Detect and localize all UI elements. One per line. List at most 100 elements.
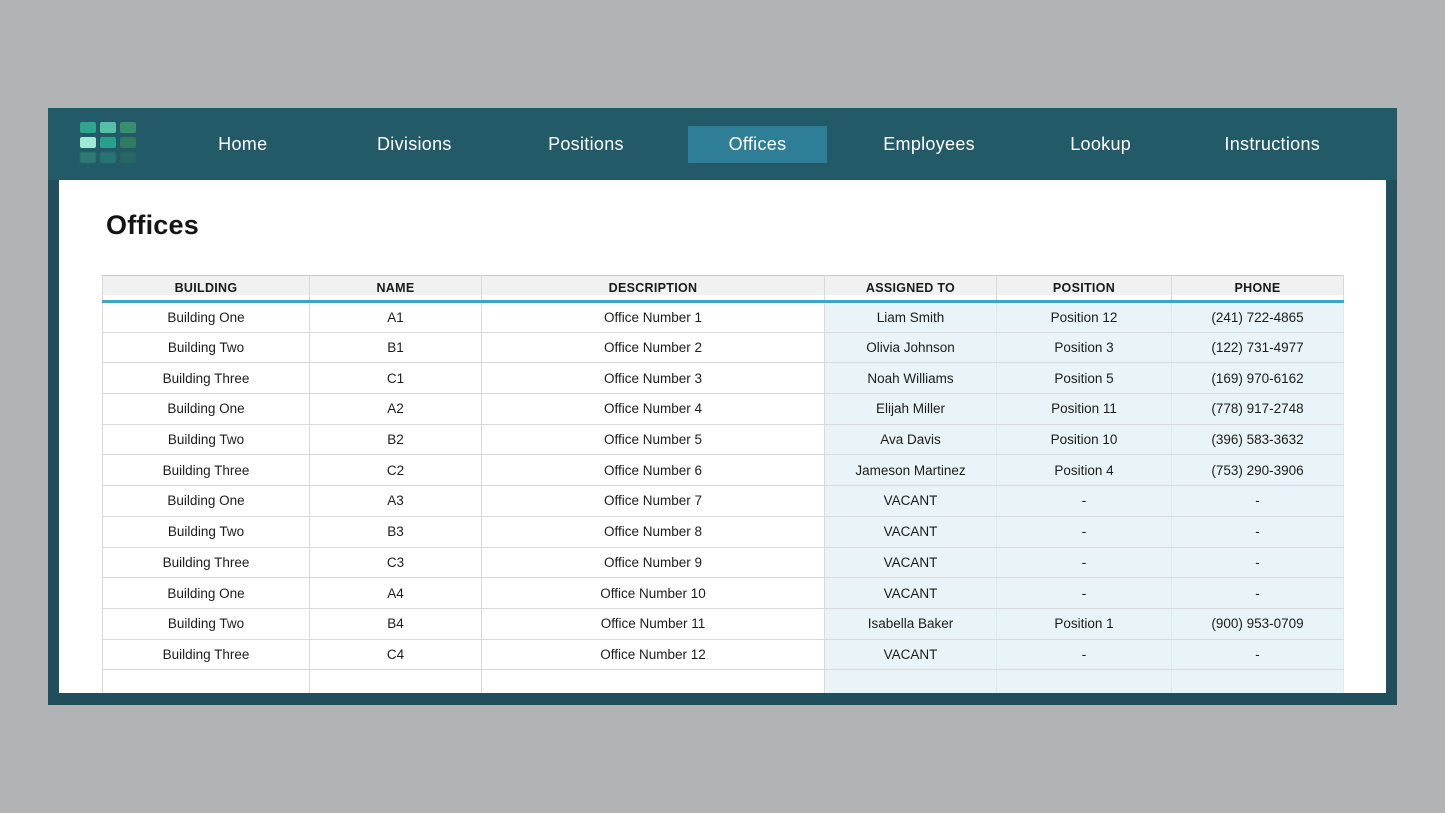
cell-description[interactable]: Office Number 6 [482,455,825,486]
cell-empty[interactable] [825,670,997,693]
cell-description[interactable]: Office Number 7 [482,486,825,517]
cell-description[interactable]: Office Number 4 [482,394,825,425]
cell-position[interactable]: Position 10 [997,424,1172,455]
cell-assigned-to[interactable]: Liam Smith [825,302,997,333]
cell-building[interactable]: Building Three [103,455,310,486]
cell-phone[interactable]: - [1172,578,1344,609]
column-header-assigned-to[interactable]: ASSIGNED TO [825,276,997,302]
cell-description[interactable]: Office Number 8 [482,516,825,547]
cell-name[interactable]: B3 [310,516,482,547]
cell-position[interactable]: - [997,486,1172,517]
cell-building[interactable]: Building Two [103,516,310,547]
cell-name[interactable]: C2 [310,455,482,486]
cell-phone[interactable]: (169) 970-6162 [1172,363,1344,394]
cell-name[interactable]: B1 [310,332,482,363]
cell-assigned-to[interactable]: VACANT [825,547,997,578]
cell-position[interactable]: - [997,516,1172,547]
cell-assigned-to[interactable]: Ava Davis [825,424,997,455]
table-row: Building TwoB3Office Number 8VACANT-- [103,516,1344,547]
cell-empty[interactable] [1172,670,1344,693]
cell-name[interactable]: B4 [310,608,482,639]
cell-name[interactable]: A2 [310,394,482,425]
cell-assigned-to[interactable]: Elijah Miller [825,394,997,425]
cell-phone[interactable]: (753) 290-3906 [1172,455,1344,486]
cell-description[interactable]: Office Number 11 [482,608,825,639]
logo-square [100,137,116,148]
cell-building[interactable]: Building Two [103,332,310,363]
cell-empty[interactable] [482,670,825,693]
cell-empty[interactable] [310,670,482,693]
nav-tab-instructions[interactable]: Instructions [1186,126,1358,163]
logo-square [80,137,96,148]
cell-building[interactable]: Building Three [103,363,310,394]
cell-assigned-to[interactable]: Olivia Johnson [825,332,997,363]
cell-empty[interactable] [103,670,310,693]
cell-name[interactable]: A3 [310,486,482,517]
cell-assigned-to[interactable]: VACANT [825,639,997,670]
column-header-building[interactable]: BUILDING [103,276,310,302]
cell-assigned-to[interactable]: VACANT [825,486,997,517]
logo-square [100,122,116,133]
cell-position[interactable]: - [997,578,1172,609]
nav-tab-home[interactable]: Home [157,126,329,163]
cell-position[interactable]: - [997,639,1172,670]
cell-name[interactable]: A1 [310,302,482,333]
cell-phone[interactable]: - [1172,547,1344,578]
cell-phone[interactable]: - [1172,639,1344,670]
cell-building[interactable]: Building One [103,394,310,425]
logo-square [120,137,136,148]
cell-phone[interactable]: (778) 917-2748 [1172,394,1344,425]
cell-description[interactable]: Office Number 2 [482,332,825,363]
column-header-phone[interactable]: PHONE [1172,276,1344,302]
navbar: HomeDivisionsPositionsOfficesEmployeesLo… [48,108,1397,180]
table-body: Building OneA1Office Number 1Liam SmithP… [103,302,1344,694]
nav-tab-employees[interactable]: Employees [843,126,1015,163]
cell-assigned-to[interactable]: Isabella Baker [825,608,997,639]
content-area: Offices BUILDING NAME DESCRIPTION ASSIGN… [59,180,1386,693]
cell-phone[interactable]: - [1172,516,1344,547]
cell-position[interactable]: Position 3 [997,332,1172,363]
cell-position[interactable]: Position 5 [997,363,1172,394]
nav-tab-lookup[interactable]: Lookup [1015,126,1187,163]
column-header-position[interactable]: POSITION [997,276,1172,302]
cell-name[interactable]: C4 [310,639,482,670]
cell-building[interactable]: Building One [103,578,310,609]
cell-phone[interactable]: - [1172,486,1344,517]
cell-name[interactable]: C3 [310,547,482,578]
cell-phone[interactable]: (241) 722-4865 [1172,302,1344,333]
cell-phone[interactable]: (122) 731-4977 [1172,332,1344,363]
cell-description[interactable]: Office Number 3 [482,363,825,394]
nav-tab-divisions[interactable]: Divisions [329,126,501,163]
cell-building[interactable]: Building Three [103,639,310,670]
cell-description[interactable]: Office Number 10 [482,578,825,609]
cell-position[interactable]: Position 12 [997,302,1172,333]
cell-assigned-to[interactable]: VACANT [825,578,997,609]
logo-square [100,152,116,163]
cell-description[interactable]: Office Number 5 [482,424,825,455]
cell-position[interactable]: Position 4 [997,455,1172,486]
cell-name[interactable]: C1 [310,363,482,394]
cell-building[interactable]: Building Two [103,424,310,455]
cell-phone[interactable]: (396) 583-3632 [1172,424,1344,455]
column-header-description[interactable]: DESCRIPTION [482,276,825,302]
nav-tab-offices[interactable]: Offices [672,126,844,163]
cell-phone[interactable]: (900) 953-0709 [1172,608,1344,639]
cell-building[interactable]: Building One [103,302,310,333]
cell-position[interactable]: Position 1 [997,608,1172,639]
cell-name[interactable]: B2 [310,424,482,455]
cell-assigned-to[interactable]: VACANT [825,516,997,547]
cell-position[interactable]: - [997,547,1172,578]
cell-assigned-to[interactable]: Noah Williams [825,363,997,394]
cell-building[interactable]: Building Three [103,547,310,578]
column-header-name[interactable]: NAME [310,276,482,302]
cell-assigned-to[interactable]: Jameson Martinez [825,455,997,486]
cell-building[interactable]: Building Two [103,608,310,639]
cell-building[interactable]: Building One [103,486,310,517]
cell-description[interactable]: Office Number 12 [482,639,825,670]
cell-position[interactable]: Position 11 [997,394,1172,425]
nav-tab-positions[interactable]: Positions [500,126,672,163]
cell-description[interactable]: Office Number 1 [482,302,825,333]
cell-name[interactable]: A4 [310,578,482,609]
cell-empty[interactable] [997,670,1172,693]
cell-description[interactable]: Office Number 9 [482,547,825,578]
